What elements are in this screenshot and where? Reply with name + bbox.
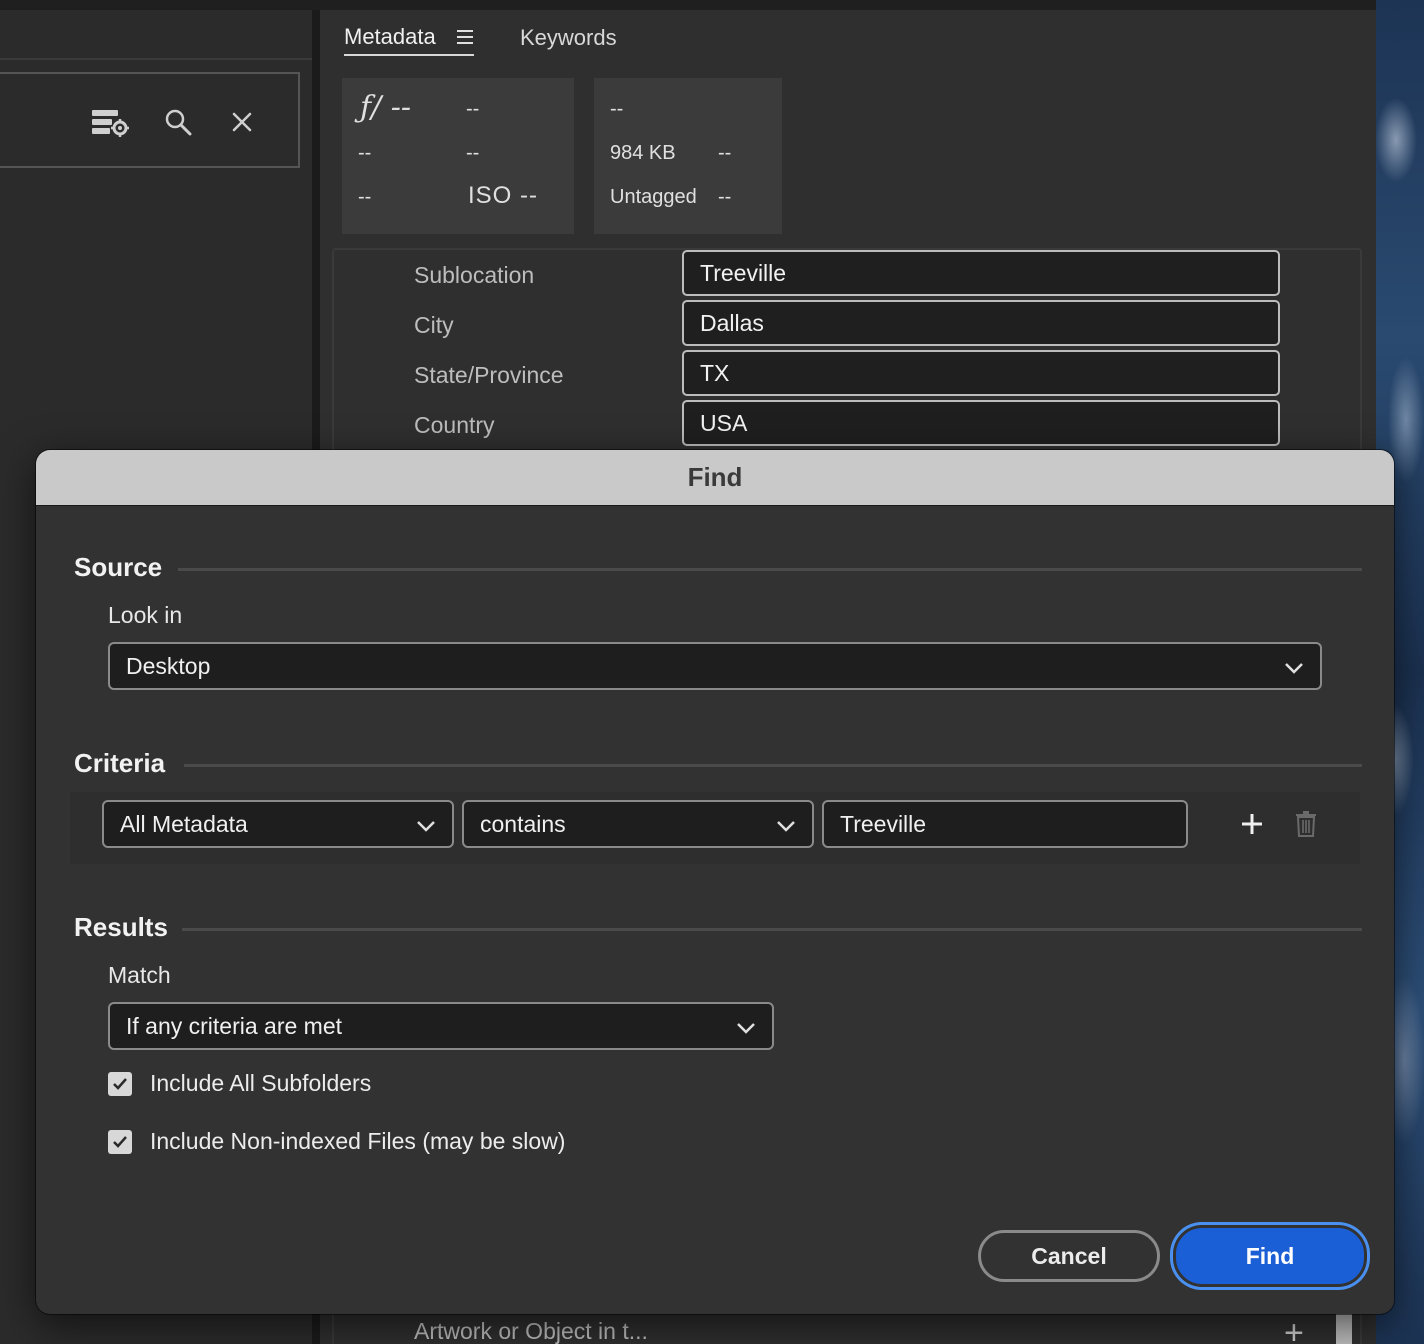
dialog-titlebar: Find [36,450,1394,506]
city-value: Dallas [700,309,764,336]
shutter-value: -- [466,98,480,120]
checkmark-icon [113,1136,127,1148]
include-nonindexed-label[interactable]: Include Non-indexed Files (may be slow) [150,1128,565,1155]
field-label-city: City [414,312,454,338]
focal-length-value: -- [466,142,480,164]
aperture-value: ƒ/ -- [360,90,412,125]
look-in-label: Look in [108,602,183,628]
file-info-box: -- 984 KB -- Untagged -- [594,78,782,234]
color-profile-value: Untagged [610,186,697,208]
file-size-value: 984 KB [610,142,676,164]
iso-value: ISO -- [468,182,538,209]
state-value: TX [700,359,730,386]
field-label-country: Country [414,412,495,438]
chevron-down-icon [417,821,435,832]
exposure-value: -- [358,142,372,164]
color-mode-value: -- [718,186,732,208]
camera-info-box: ƒ/ -- -- -- -- -- ISO -- [342,78,574,234]
look-in-value: Desktop [126,652,211,679]
cancel-button[interactable]: Cancel [978,1230,1160,1282]
find-button[interactable]: Find [1176,1228,1364,1284]
field-label-sublocation: Sublocation [414,262,535,288]
field-label-artwork: Artwork or Object in t... [414,1318,648,1344]
country-value: USA [700,409,748,436]
search-icon[interactable] [158,104,198,140]
field-label-state: State/Province [414,362,564,388]
match-label: Match [108,962,171,988]
tab-keywords-label: Keywords [520,25,617,50]
close-icon[interactable] [222,104,262,140]
look-in-dropdown[interactable]: Desktop [108,642,1322,690]
include-subfolders-checkbox[interactable] [108,1072,132,1096]
resolution-value: -- [718,142,732,164]
include-nonindexed-checkbox[interactable] [108,1130,132,1154]
match-value: If any criteria are met [126,1012,343,1039]
add-artwork-icon[interactable]: + [1284,1316,1304,1344]
include-subfolders-label[interactable]: Include All Subfolders [150,1070,371,1097]
tab-metadata-label: Metadata [344,24,436,49]
criteria-operator-value: contains [480,810,566,837]
dimensions-value: -- [610,98,624,120]
tab-metadata[interactable]: Metadata [344,20,474,56]
criteria-value-text: Treeville [840,810,927,837]
filter-bar [0,72,300,168]
panel-divider [0,58,312,60]
match-dropdown[interactable]: If any criteria are met [108,1002,774,1050]
city-field[interactable]: Dallas [682,300,1280,346]
sublocation-field[interactable]: Treeville [682,250,1280,296]
window-top-edge [0,0,1376,10]
filter-settings-icon[interactable] [90,104,130,140]
chevron-down-icon [1285,663,1303,674]
criteria-divider [184,764,1362,767]
criteria-value-input[interactable]: Treeville [822,800,1188,848]
chevron-down-icon [737,1023,755,1034]
tab-keywords[interactable]: Keywords [520,20,617,56]
add-criteria-icon[interactable] [1234,806,1270,842]
source-heading: Source [74,552,163,582]
criteria-operator-dropdown[interactable]: contains [462,800,814,848]
sublocation-value: Treeville [700,259,787,286]
trash-icon[interactable] [1288,806,1324,842]
flash-value: -- [358,186,372,208]
find-dialog: Find Source Look in Desktop Criteria All… [36,450,1394,1314]
results-divider [182,928,1362,931]
criteria-field-value: All Metadata [120,810,248,837]
results-heading: Results [74,912,168,942]
checkmark-icon [113,1078,127,1090]
state-field[interactable]: TX [682,350,1280,396]
scrollbar-thumb[interactable] [1336,1312,1352,1344]
criteria-heading: Criteria [74,748,166,778]
chevron-down-icon [777,821,795,832]
criteria-field-dropdown[interactable]: All Metadata [102,800,454,848]
source-divider [178,568,1362,571]
country-field[interactable]: USA [682,400,1280,446]
dialog-title: Find [687,462,743,492]
panel-menu-icon[interactable] [456,29,474,45]
